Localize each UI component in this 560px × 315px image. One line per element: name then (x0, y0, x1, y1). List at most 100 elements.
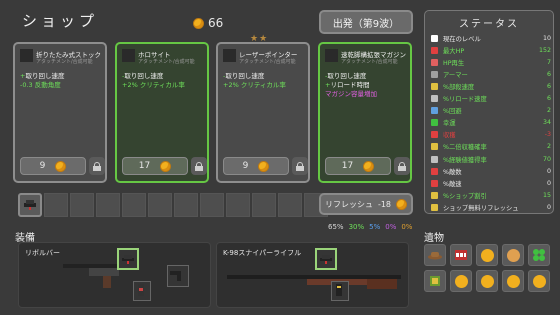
buy-button[interactable]: 17 (122, 157, 188, 175)
stat-icon (431, 82, 438, 90)
item-subtitle: アタッチメント/合成可能 (239, 59, 296, 65)
inventory-slot[interactable] (226, 193, 250, 217)
stat-row: %敵速 0 (431, 178, 551, 188)
inventory-slot[interactable] (122, 193, 146, 217)
stat-label: 幸運 (443, 120, 456, 128)
shop-card[interactable]: 折りたたみ式ストック アタッチメント/合成可能 +取り回し速度 -0.3 反動角… (13, 42, 107, 183)
item-stat: -0.3 反動角度 (20, 81, 61, 89)
stat-value: 15 (542, 191, 551, 199)
start-wave-button[interactable]: 出発（第9波） (319, 10, 413, 34)
relic-slot[interactable] (502, 270, 524, 292)
relic-slot[interactable] (476, 270, 498, 292)
shop-card[interactable]: 速乾脚構拡張マガジン アタッチメント/合成可能 -取り回し速度 +リロード時間 … (318, 42, 412, 183)
price-value: 17 (138, 161, 151, 171)
relic-slot[interactable] (502, 244, 524, 266)
stat-row: %経験値獲得率 70 (431, 154, 551, 164)
stat-label: %二倍収穫確率 (443, 144, 487, 152)
buy-button[interactable]: 9 (223, 157, 289, 175)
stat-value: 6 (546, 82, 551, 90)
coin-icon (396, 198, 408, 210)
lock-icon (296, 161, 304, 171)
relic-slot[interactable] (476, 244, 498, 266)
stat-icon (431, 58, 438, 66)
coin-icon (363, 160, 375, 172)
inventory-slot[interactable] (278, 193, 302, 217)
inventory-slot[interactable] (96, 193, 120, 217)
relics-label: 遺物 (424, 233, 444, 244)
stat-label: 最大HP (443, 47, 465, 55)
buy-button[interactable]: 9 (20, 157, 86, 175)
weapon-panel[interactable]: K-98スナイパーライフル (216, 242, 409, 308)
stat-row: 幸運 34 (431, 118, 551, 128)
shop-card[interactable]: レーザーポインター アタッチメント/合成可能 -取り回し速度 +2% クリティカ… (216, 42, 310, 183)
stat-icon (431, 191, 438, 199)
status-title: ステータス (459, 19, 519, 30)
stat-label: %リロード速度 (443, 96, 487, 103)
inventory-slot[interactable] (18, 193, 42, 217)
stat-label: %敵数 (443, 168, 462, 176)
lock-icon (398, 161, 406, 171)
lock-icon (195, 161, 203, 171)
inventory-slot[interactable] (70, 193, 94, 217)
stat-icon (431, 34, 438, 42)
attachment-slot[interactable] (133, 281, 151, 301)
stat-value: 6 (546, 70, 551, 78)
refresh-label: リフレッシュ (324, 199, 373, 209)
attachment-slot[interactable] (331, 281, 349, 301)
coin-icon (55, 160, 67, 172)
inventory-slots (18, 193, 328, 217)
coin-relic-icon (480, 248, 494, 262)
buy-button[interactable]: 17 (325, 157, 391, 175)
status-panel: ステータス 現在のレベル 10 最大HP 152 HP再生 7 アーマー 6 %部殺速度 6 %リロ… (424, 10, 554, 214)
lock-button[interactable] (89, 157, 105, 175)
item-stat: マガジン容量増加 (325, 90, 377, 98)
relic-slot[interactable] (450, 270, 472, 292)
stat-value: 7 (546, 58, 551, 66)
inventory-slot[interactable] (148, 193, 172, 217)
item-stat: -取り回し速度 (122, 72, 164, 80)
stat-value: 0 (546, 203, 551, 211)
item-icon (325, 49, 338, 62)
stat-icon (431, 179, 438, 187)
lock-button[interactable] (394, 157, 410, 175)
attachment-slot[interactable] (167, 265, 189, 287)
relic-slot[interactable] (424, 270, 446, 292)
cowboy-hat-icon (428, 252, 442, 260)
relic-slot[interactable] (424, 244, 446, 266)
price-value: 17 (341, 161, 354, 171)
revolver-grip (103, 276, 111, 288)
stat-icon (431, 143, 438, 151)
inventory-slot[interactable] (44, 193, 68, 217)
relic-slot[interactable] (528, 244, 550, 266)
item-subtitle: アタッチメント/合成可能 (341, 59, 398, 65)
stat-label: %回避 (443, 108, 462, 116)
relic-slot[interactable] (450, 244, 472, 266)
stat-value: 152 (538, 46, 551, 54)
inventory-slot[interactable] (200, 193, 224, 217)
stat-row: %回避 2 (431, 106, 551, 116)
stat-row: 最大HP 152 (431, 45, 551, 55)
lock-button[interactable] (191, 157, 207, 175)
attachment-slot[interactable] (117, 248, 139, 270)
coin-relic-icon (480, 274, 494, 288)
rifle-butt (367, 279, 397, 289)
inventory-slot[interactable] (174, 193, 198, 217)
attachment-slot[interactable] (315, 248, 337, 270)
stat-row: アーマー 6 (431, 69, 551, 79)
item-stats: -取り回し速度 +2% クリティカル率 (122, 72, 185, 90)
stat-icon (431, 107, 438, 115)
weapon-panel[interactable]: リボルバー (18, 242, 211, 308)
rarity-rare: 5% (369, 223, 381, 231)
shop-card[interactable]: ホロサイト アタッチメント/合成可能 -取り回し速度 +2% クリティカル率 1… (115, 42, 209, 183)
relic-slot[interactable] (528, 270, 550, 292)
stat-row: %二倍収穫確率 2 (431, 142, 551, 152)
refresh-button[interactable]: リフレッシュ -18 (319, 193, 413, 215)
stat-value: 2 (546, 107, 551, 115)
lock-button[interactable] (292, 157, 308, 175)
stat-value: -3 (544, 131, 551, 139)
hat-icon (122, 255, 134, 264)
item-stat: -取り回し速度 (325, 72, 367, 80)
rarity-epic: 0% (385, 223, 397, 231)
item-icon (122, 49, 135, 62)
inventory-slot[interactable] (252, 193, 276, 217)
